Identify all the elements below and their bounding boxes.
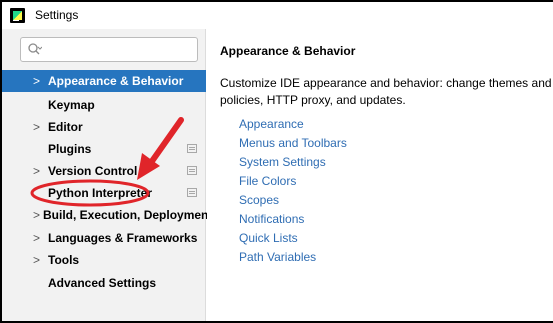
link-notifications[interactable]: Notifications [239,212,304,226]
sidebar-item-label: Python Interpreter [48,186,153,200]
sidebar-item-label: Appearance & Behavior [48,74,184,88]
page-title: Appearance & Behavior [220,44,356,58]
sidebar-item-plugins[interactable]: Plugins [2,138,206,160]
title-bar: Settings [2,2,553,28]
link-system-settings[interactable]: System Settings [239,155,326,169]
sidebar-item-label: Version Control [48,164,138,178]
sidebar-item-keymap[interactable]: Keymap [2,94,206,116]
chevron-right-icon[interactable]: > [33,164,45,178]
page-description: Customize IDE appearance and behavior: c… [220,75,553,109]
link-path-variables[interactable]: Path Variables [239,250,316,264]
search-icon [28,43,42,55]
link-appearance[interactable]: Appearance [239,117,304,131]
description-line: Customize IDE appearance and behavior: c… [220,76,553,90]
chevron-right-icon[interactable]: > [33,74,45,88]
pycharm-app-icon [10,7,25,23]
link-quick-lists[interactable]: Quick Lists [239,231,298,245]
sidebar-item-label: Advanced Settings [48,276,157,290]
chevron-right-icon[interactable]: > [33,253,45,267]
project-level-icon [187,188,197,197]
sidebar-item-label: Tools [48,253,80,267]
sidebar-item-advanced-settings[interactable]: Advanced Settings [2,272,206,294]
sidebar-item-python-interpreter[interactable]: Python Interpreter [2,182,206,204]
sidebar-item-version-control[interactable]: > Version Control [2,160,206,182]
link-scopes[interactable]: Scopes [239,193,279,207]
sidebar-item-tools[interactable]: > Tools [2,249,206,271]
window-title: Settings [35,8,79,22]
sidebar-item-build-execution-deployment[interactable]: > Build, Execution, Deployment [2,204,212,226]
sidebar-item-label: Editor [48,120,83,134]
project-level-icon [187,144,197,153]
chevron-right-icon[interactable]: > [33,120,45,134]
sidebar-item-label: Plugins [48,142,92,156]
link-menus-and-toolbars[interactable]: Menus and Toolbars [239,136,347,150]
link-file-colors[interactable]: File Colors [239,174,296,188]
sidebar-item-languages-frameworks[interactable]: > Languages & Frameworks [2,227,206,249]
sidebar-item-label: Keymap [48,98,95,112]
sidebar-item-appearance-behavior[interactable]: > Appearance & Behavior [2,70,206,92]
settings-sidebar: > Appearance & Behavior Keymap > Editor … [2,29,212,321]
sidebar-item-editor[interactable]: > Editor [2,116,206,138]
chevron-right-icon[interactable]: > [33,231,45,245]
settings-content-panel: Appearance & Behavior Customize IDE appe… [207,29,553,321]
project-level-icon [187,166,197,175]
description-line: policies, HTTP proxy, and updates. [220,93,406,107]
chevron-right-icon[interactable]: > [33,208,40,222]
sidebar-item-label: Build, Execution, Deployment [43,208,213,222]
search-input[interactable] [45,40,193,59]
sidebar-item-label: Languages & Frameworks [48,231,198,245]
search-box[interactable] [20,37,198,62]
